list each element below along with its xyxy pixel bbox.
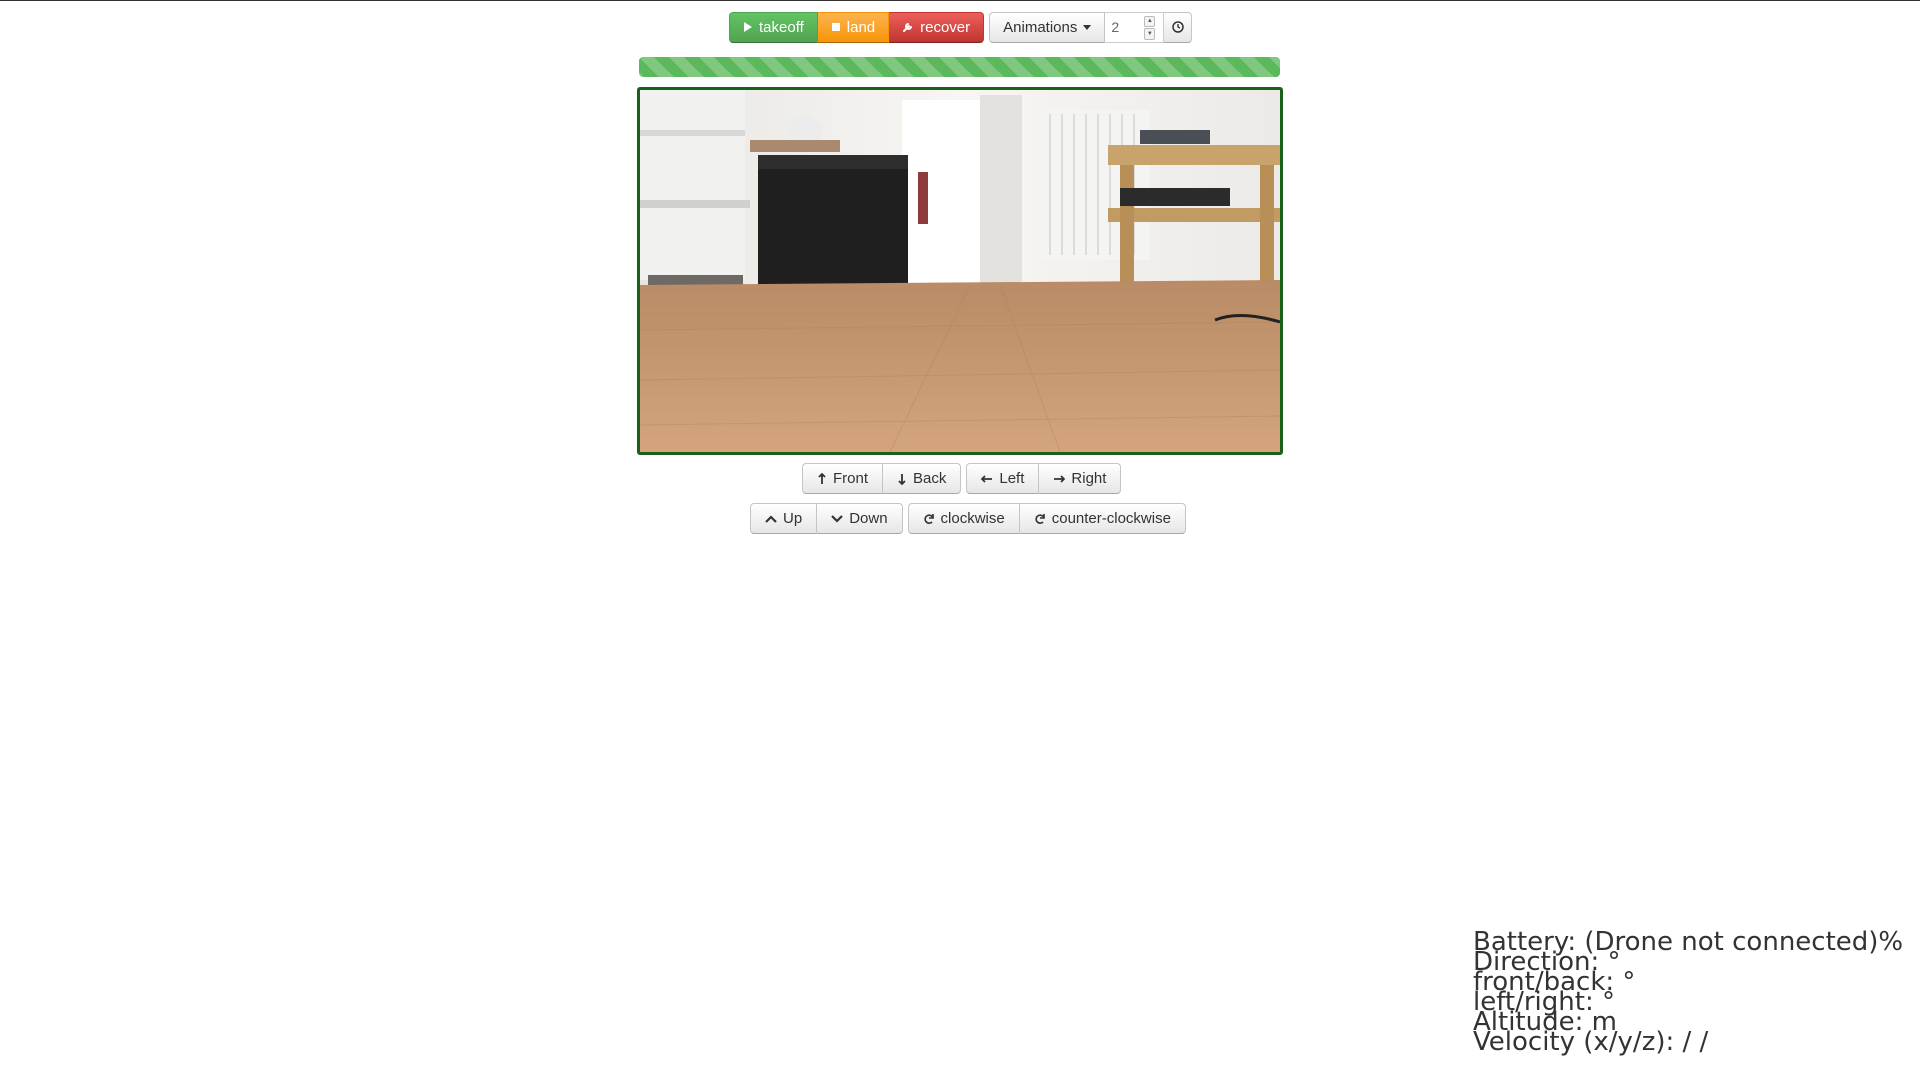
right-button[interactable]: Right [1039,463,1122,494]
arrow-right-icon [1054,474,1066,483]
back-button[interactable]: Back [883,463,962,494]
land-button[interactable]: land [817,11,890,43]
front-label: Front [833,470,869,487]
takeoff-button[interactable]: takeoff [729,11,818,43]
arrow-left-icon [981,474,993,483]
takeoff-label: takeoff [759,18,804,36]
video-feed [637,87,1283,455]
right-label: Right [1071,470,1107,487]
front-button[interactable]: Front [802,463,884,494]
recover-button[interactable]: recover [889,11,985,43]
caret-down-icon [1083,24,1092,30]
chevron-down-icon [831,514,843,523]
recover-label: recover [920,18,971,36]
left-label: Left [999,470,1025,487]
refresh-icon [1035,513,1045,524]
clock-icon [1172,21,1184,33]
spinner-up-icon[interactable]: ▲ [1144,15,1156,27]
play-icon [744,22,752,32]
stop-icon [831,23,840,31]
battery-progress-bar [639,57,1280,77]
down-label: Down [849,510,888,527]
top-border [0,0,1920,1]
land-label: land [846,18,876,36]
spinner-down-icon[interactable]: ▼ [1144,28,1156,40]
counter-clockwise-label: counter-clockwise [1051,510,1171,527]
counter-clockwise-button[interactable]: counter-clockwise [1019,503,1186,534]
chevron-up-icon [765,514,777,523]
refresh-icon [923,513,934,524]
velocity-status: Velocity (x/y/z): / / [1473,1027,1709,1057]
camera-feed-image [640,90,1280,452]
up-label: Up [783,510,803,527]
clockwise-label: clockwise [940,510,1005,527]
back-label: Back [913,470,947,487]
down-button[interactable]: Down [817,503,903,534]
wrench-icon [903,23,913,32]
left-button[interactable]: Left [966,463,1040,494]
clockwise-button[interactable]: clockwise [907,503,1020,534]
progress-fill [639,57,1280,77]
flight-toolbar: takeoff land recover Animations ▲ ▼ [729,11,1193,43]
drone-status-panel: Battery: (Drone not connected)% Directio… [1473,929,1903,1057]
timer-button[interactable] [1164,11,1193,43]
duration-input[interactable] [1105,18,1144,36]
duration-field-wrapper: ▲ ▼ [1105,11,1165,43]
arrow-up-icon [818,472,826,484]
up-button[interactable]: Up [750,503,818,534]
animations-dropdown-button[interactable]: Animations [989,11,1106,43]
duration-spinner: ▲ ▼ [1144,15,1156,40]
animations-label: Animations [1003,18,1078,36]
direction-controls: Front Back Left Right [802,463,1122,494]
altitude-rotation-controls: Up Down clockwise counter-clockwise [750,503,1186,534]
arrow-down-icon [898,473,906,485]
